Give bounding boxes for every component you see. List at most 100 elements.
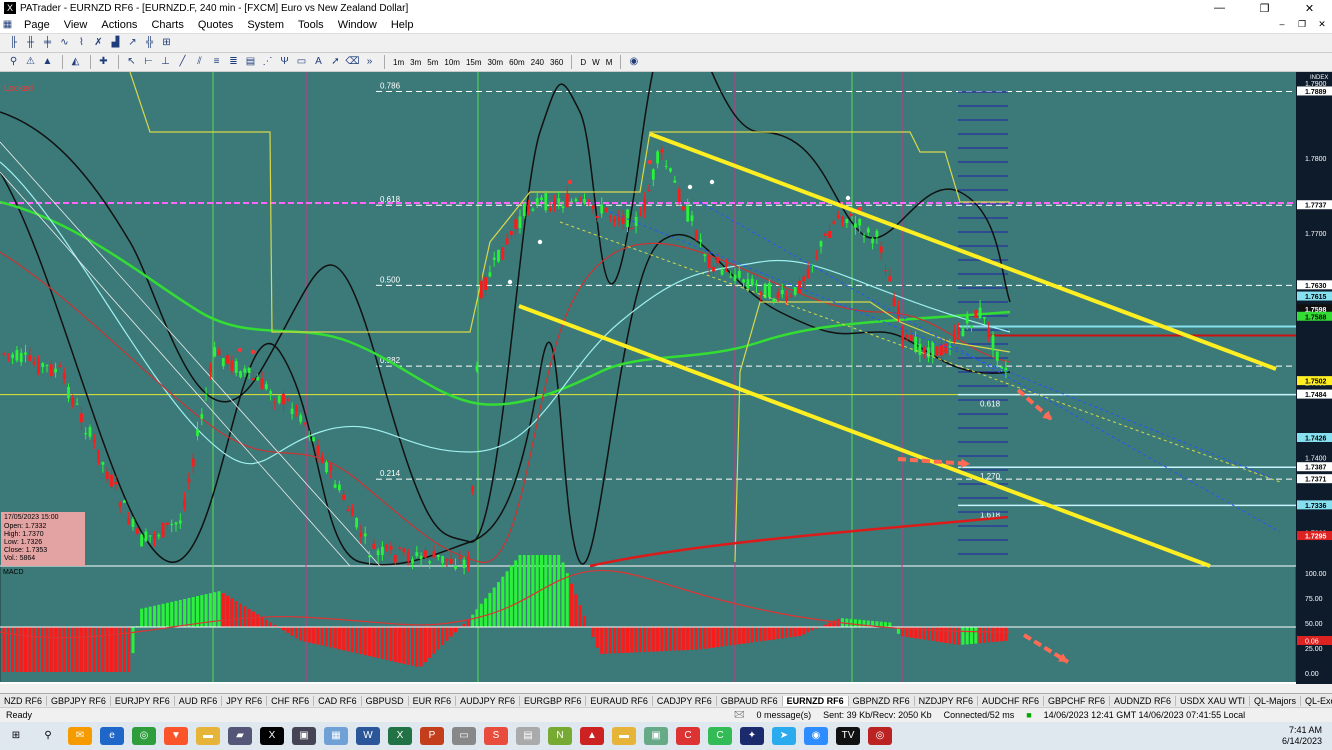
symbol-tab[interactable]: GBPCHF RF6 <box>1044 695 1110 706</box>
symbol-tab[interactable]: QL-Exotics <box>1301 696 1332 706</box>
symbol-tab[interactable]: QL-Majors <box>1250 695 1302 706</box>
range-bar-icon[interactable]: ╬ <box>142 36 157 50</box>
app-icon-5[interactable]: S <box>484 727 508 745</box>
candle-chart-icon[interactable]: ╫ <box>23 36 38 50</box>
more-tools-icon[interactable]: » <box>362 55 377 69</box>
symbol-tab[interactable]: GBPUSD <box>362 695 409 706</box>
menu-help[interactable]: Help <box>384 19 421 31</box>
minimize-button[interactable]: — <box>1197 2 1242 14</box>
app-mail-icon[interactable]: ✉ <box>68 727 92 745</box>
symbol-tab[interactable]: GBPNZD RF6 <box>849 695 915 706</box>
area-chart-icon[interactable]: ⌇ <box>74 36 89 50</box>
menu-tools[interactable]: Tools <box>291 19 331 31</box>
chrome-icon[interactable]: ◎ <box>132 727 156 745</box>
app-icon-12[interactable]: C <box>708 727 732 745</box>
app-icon-2[interactable]: ▰ <box>228 727 252 745</box>
mdi-close-button[interactable]: ✕ <box>1312 19 1332 30</box>
pitchfork-icon[interactable]: Ψ <box>277 55 292 69</box>
symbol-tab[interactable]: USDX XAU WTI <box>1176 695 1251 706</box>
triangle-icon[interactable]: ▲ <box>40 55 55 69</box>
status-messages[interactable]: 0 message(s) <box>751 710 818 720</box>
erase-icon[interactable]: ⌫ <box>345 55 360 69</box>
symbol-tab[interactable]: CAD RF6 <box>314 695 362 706</box>
app-icon-6[interactable]: ▤ <box>516 727 540 745</box>
zoom-icon[interactable]: ⚲ <box>6 55 21 69</box>
ohlc-chart-icon[interactable]: ╪ <box>40 36 55 50</box>
symbol-tab[interactable]: AUD RF6 <box>175 695 223 706</box>
chart-menu-icon[interactable]: ▦ <box>0 18 15 32</box>
timeframe-d[interactable]: D <box>577 58 589 67</box>
edge-icon[interactable]: e <box>100 727 124 745</box>
symbol-tab[interactable]: AUDNZD RF6 <box>1110 695 1176 706</box>
renko-icon[interactable]: ▟ <box>108 36 123 50</box>
mdi-minimize-button[interactable]: – <box>1272 19 1292 30</box>
zoom-app-icon[interactable]: ◉ <box>804 727 828 745</box>
symbol-tab[interactable]: EURGBP RF6 <box>520 695 587 706</box>
telegram-icon[interactable]: ➤ <box>772 727 796 745</box>
symbol-tab[interactable]: AUDJPY RF6 <box>456 695 520 706</box>
symbol-tab[interactable]: NZD RF6 <box>0 695 47 706</box>
timeframe-15m[interactable]: 15m <box>463 58 485 67</box>
symbol-tab[interactable]: EURAUD RF6 <box>586 695 653 706</box>
app-icon-10[interactable]: ▣ <box>644 727 668 745</box>
close-button[interactable]: ✕ <box>1287 2 1332 15</box>
symbol-tab[interactable]: NZDJPY RF6 <box>915 695 978 706</box>
symbol-tab[interactable]: JPY RF6 <box>222 695 268 706</box>
menu-actions[interactable]: Actions <box>94 19 144 31</box>
timeframe-30m[interactable]: 30m <box>485 58 507 67</box>
alert-icon[interactable]: ⚠ <box>23 55 38 69</box>
timeframe-1m[interactable]: 1m <box>390 58 407 67</box>
menu-quotes[interactable]: Quotes <box>191 19 240 31</box>
symbol-tab[interactable]: EURJPY RF6 <box>111 695 175 706</box>
timeframe-240[interactable]: 240 <box>528 58 547 67</box>
menu-charts[interactable]: Charts <box>144 19 190 31</box>
file-explorer-icon[interactable]: ▬ <box>196 727 220 745</box>
symbol-tab[interactable]: CHF RF6 <box>267 695 315 706</box>
symbol-tab[interactable]: EUR RF6 <box>409 695 457 706</box>
app-icon-3[interactable]: ▣ <box>292 727 316 745</box>
excel-icon[interactable]: X <box>388 727 412 745</box>
app-icon-13[interactable]: ✦ <box>740 727 764 745</box>
app-icon-7[interactable]: N <box>548 727 572 745</box>
word-icon[interactable]: W <box>356 727 380 745</box>
line-chart-icon[interactable]: ∿ <box>57 36 72 50</box>
fib-retracement-icon[interactable]: ≡ <box>209 55 224 69</box>
tradingview-icon[interactable]: TV <box>836 727 860 745</box>
arrow-draw-icon[interactable]: ➚ <box>328 55 343 69</box>
point-figure-icon[interactable]: ✗ <box>91 36 106 50</box>
cursor-icon[interactable]: ↖ <box>124 55 139 69</box>
search-icon[interactable]: ⚲ <box>36 727 60 745</box>
powerpoint-icon[interactable]: P <box>420 727 444 745</box>
kagi-icon[interactable]: ↗ <box>125 36 140 50</box>
channel-icon[interactable]: ⫽ <box>192 55 207 69</box>
timeframe-w[interactable]: W <box>589 58 603 67</box>
start-icon[interactable]: ⊞ <box>4 727 28 745</box>
timeframe-60m[interactable]: 60m <box>506 58 528 67</box>
symbol-tab[interactable]: EURNZD RF6 <box>782 695 849 706</box>
timeframe-360[interactable]: 360 <box>547 58 566 67</box>
timeframe-10m[interactable]: 10m <box>441 58 463 67</box>
symbol-tab[interactable]: GBPAUD RF6 <box>717 695 783 706</box>
menu-view[interactable]: View <box>57 19 95 31</box>
fib-time-icon[interactable]: ▤ <box>243 55 258 69</box>
taskbar-clock[interactable]: 7:41 AM 6/14/2023 <box>1282 725 1332 747</box>
timeframe-5m[interactable]: 5m <box>424 58 441 67</box>
menu-system[interactable]: System <box>240 19 291 31</box>
menu-window[interactable]: Window <box>331 19 384 31</box>
mdi-restore-button[interactable]: ❐ <box>1292 19 1312 30</box>
price-chart[interactable]: 0.7860.6180.5000.3820.2140.6181.2701.618… <box>0 12 1332 694</box>
brave-icon[interactable]: ▼ <box>164 727 188 745</box>
patrader-icon[interactable]: X <box>260 727 284 745</box>
calculator-icon[interactable]: ▦ <box>324 727 348 745</box>
chart-area[interactable]: 0.786 0.618 0.500 0.382 0.214 0.618 1.270 1.618… <box>0 12 1332 694</box>
app-icon-8[interactable]: ▲ <box>580 727 604 745</box>
timeframe-m[interactable]: M <box>603 58 616 67</box>
vertical-line-icon[interactable]: ⊥ <box>158 55 173 69</box>
maximize-button[interactable]: ❐ <box>1242 2 1287 15</box>
app-icon-14[interactable]: ◎ <box>868 727 892 745</box>
gann-fan-icon[interactable]: ⋰ <box>260 55 275 69</box>
timeframe-3m[interactable]: 3m <box>407 58 424 67</box>
chart-settings-icon[interactable]: ⊞ <box>159 36 174 50</box>
app-icon-11[interactable]: C <box>676 727 700 745</box>
fib-extension-icon[interactable]: ≣ <box>226 55 241 69</box>
